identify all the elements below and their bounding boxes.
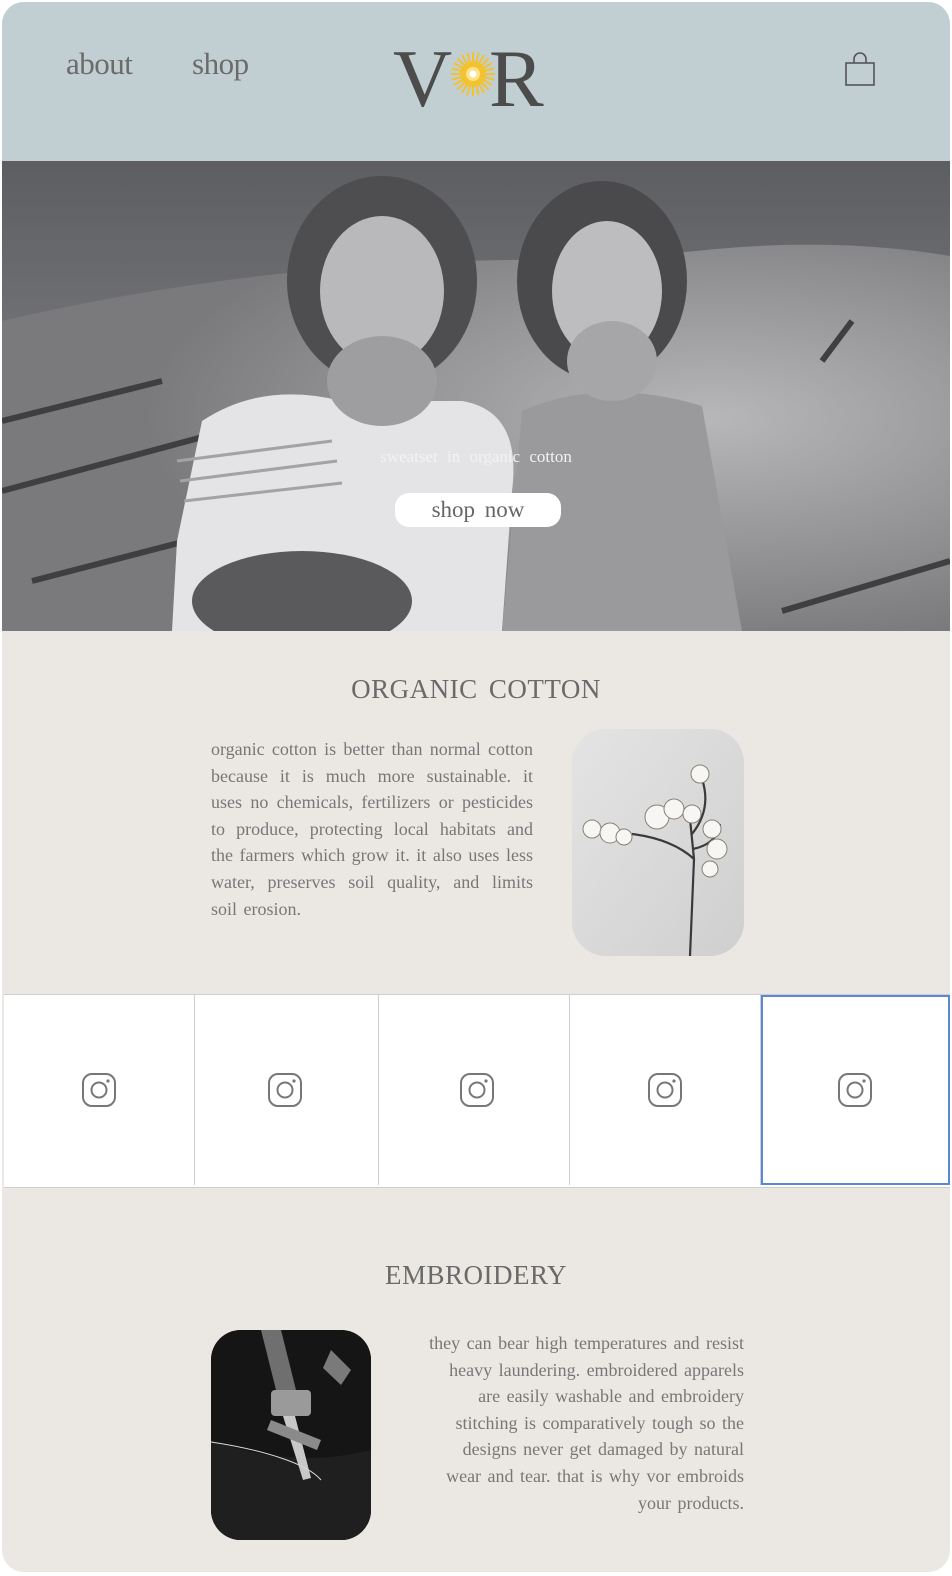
instagram-tile[interactable] bbox=[195, 995, 379, 1185]
shop-now-button[interactable]: shop now bbox=[395, 493, 561, 527]
sun-ray bbox=[451, 76, 462, 81]
embroidery-title: EMBROIDERY bbox=[384, 1260, 568, 1290]
sewing-machine-image bbox=[211, 1330, 371, 1540]
sun-ray bbox=[461, 83, 468, 94]
site-header: about shop V R bbox=[2, 2, 950, 161]
instagram-feed bbox=[4, 994, 950, 1188]
shopping-bag-icon[interactable] bbox=[842, 52, 878, 88]
sun-ray bbox=[456, 57, 466, 67]
hero-caption: sweatset in organic cotton bbox=[380, 447, 572, 466]
sun-ray bbox=[480, 81, 490, 91]
instagram-icon bbox=[268, 1073, 302, 1107]
cotton-plant-image bbox=[572, 729, 744, 956]
instagram-tile[interactable] bbox=[379, 995, 570, 1185]
sun-ray bbox=[478, 83, 485, 94]
embroidery-text: they can bear high temperatures and resi… bbox=[429, 1333, 744, 1513]
organic-cotton-text: organic cotton is better than normal cot… bbox=[211, 739, 533, 919]
logo-letter-r: R bbox=[489, 34, 544, 116]
sun-ray bbox=[475, 52, 480, 63]
sun-ray bbox=[453, 62, 464, 69]
instagram-icon bbox=[82, 1073, 116, 1107]
instagram-icon bbox=[838, 1073, 872, 1107]
organic-cotton-title: ORGANIC COTTON bbox=[351, 674, 601, 704]
sun-ray bbox=[478, 54, 485, 65]
instagram-tile-selected[interactable] bbox=[761, 995, 950, 1185]
sun-ray bbox=[461, 54, 468, 65]
nav-link-about[interactable]: about bbox=[66, 46, 133, 82]
sun-ray bbox=[453, 79, 464, 86]
sun-ray bbox=[466, 85, 471, 96]
hero-banner: sweatset in organic cotton shop now bbox=[2, 161, 950, 631]
logo-letter-v: V bbox=[393, 34, 452, 116]
sun-ray bbox=[456, 81, 466, 91]
instagram-icon bbox=[460, 1073, 494, 1107]
page: about shop V R sweatset in organic cotto… bbox=[2, 2, 950, 1572]
instagram-tile[interactable] bbox=[4, 995, 195, 1185]
sun-ray bbox=[475, 85, 480, 96]
instagram-icon bbox=[648, 1073, 682, 1107]
nav-link-shop[interactable]: shop bbox=[192, 46, 249, 82]
sun-ray bbox=[480, 57, 490, 67]
brand-logo[interactable]: V R bbox=[391, 34, 563, 116]
instagram-tile[interactable] bbox=[570, 995, 761, 1185]
hero-photo-two-girls-laughing bbox=[2, 161, 950, 631]
sun-ray bbox=[466, 52, 471, 63]
sun-ray bbox=[451, 67, 462, 72]
